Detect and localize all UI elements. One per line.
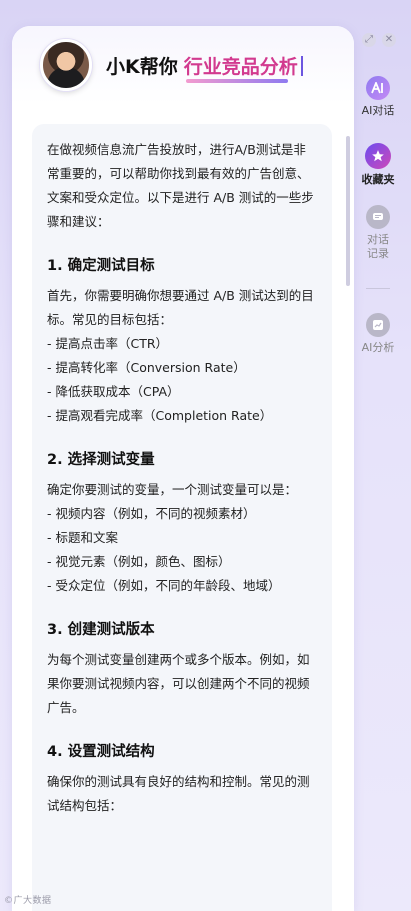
panel-header: 小K帮你 行业竞品分析 <box>12 26 354 104</box>
section-heading: 4. 设置测试结构 <box>47 744 155 760</box>
rail-label: 收藏夹 <box>361 173 395 186</box>
page-title: 小K帮你 行业竞品分析 <box>106 52 303 83</box>
rail-item-ai-chat[interactable]: AI对话 <box>356 76 400 118</box>
list-item: - 视频内容（例如，不同的视频素材） <box>47 506 256 521</box>
section-text: 首先，你需要明确你想要通过 A/B 测试达到的目标。常见的目标包括： <box>47 288 314 327</box>
chat-bubble-icon <box>366 205 390 229</box>
typing-cursor <box>300 55 303 76</box>
list-item: - 提高观看完成率（Completion Rate） <box>47 408 273 423</box>
rail-item-history[interactable]: 对话记录 <box>356 205 400 261</box>
rail-label: AI分析 <box>361 341 395 354</box>
section-heading: 3. 创建测试版本 <box>47 622 155 638</box>
section-heading: 2. 选择测试变量 <box>47 452 155 468</box>
chart-icon <box>366 313 390 337</box>
avatar <box>40 39 92 91</box>
ai-chat-icon <box>366 76 390 100</box>
rail-label: 对话记录 <box>367 233 389 260</box>
pin-icon[interactable]: ⤢ <box>362 33 376 47</box>
intro-paragraph: 在做视频信息流广告投放时，进行A/B测试是非常重要的，可以帮助你找到最有效的广告… <box>47 142 314 229</box>
list-item: - 受众定位（例如，不同的年龄段、地域） <box>47 578 281 593</box>
section-text: 确保你的测试具有良好的结构和控制。常见的测试结构包括： <box>47 774 310 813</box>
title-main: 小K帮你 <box>106 55 178 78</box>
answer-content: 在做视频信息流广告投放时，进行A/B测试是非常重要的，可以帮助你找到最有效的广告… <box>32 124 332 911</box>
section-heading: 1. 确定测试目标 <box>47 258 155 274</box>
rail-label: AI对话 <box>361 104 395 117</box>
section-text: 为每个测试变量创建两个或多个版本。例如，如果你要测试视频内容，可以创建两个不同的… <box>47 652 310 715</box>
star-icon <box>365 143 391 169</box>
close-icon[interactable]: ✕ <box>382 33 396 47</box>
list-item: - 视觉元素（例如，颜色、图标） <box>47 554 231 569</box>
list-item: - 提高转化率（Conversion Rate） <box>47 360 246 375</box>
title-accent: 行业竞品分析 <box>184 52 298 83</box>
scrollbar-thumb[interactable] <box>346 136 350 286</box>
list-item: - 提高点击率（CTR） <box>47 336 169 351</box>
list-item: - 标题和文案 <box>47 530 118 545</box>
list-item: - 降低获取成本（CPA） <box>47 384 180 399</box>
rail-item-ai-analysis[interactable]: AI分析 <box>356 313 400 355</box>
section-text: 确定你要测试的变量，一个测试变量可以是： <box>47 482 298 497</box>
watermark: ©广大数据 <box>4 896 52 906</box>
rail-item-favorites[interactable]: 收藏夹 <box>356 143 400 187</box>
rail-divider <box>366 288 390 289</box>
